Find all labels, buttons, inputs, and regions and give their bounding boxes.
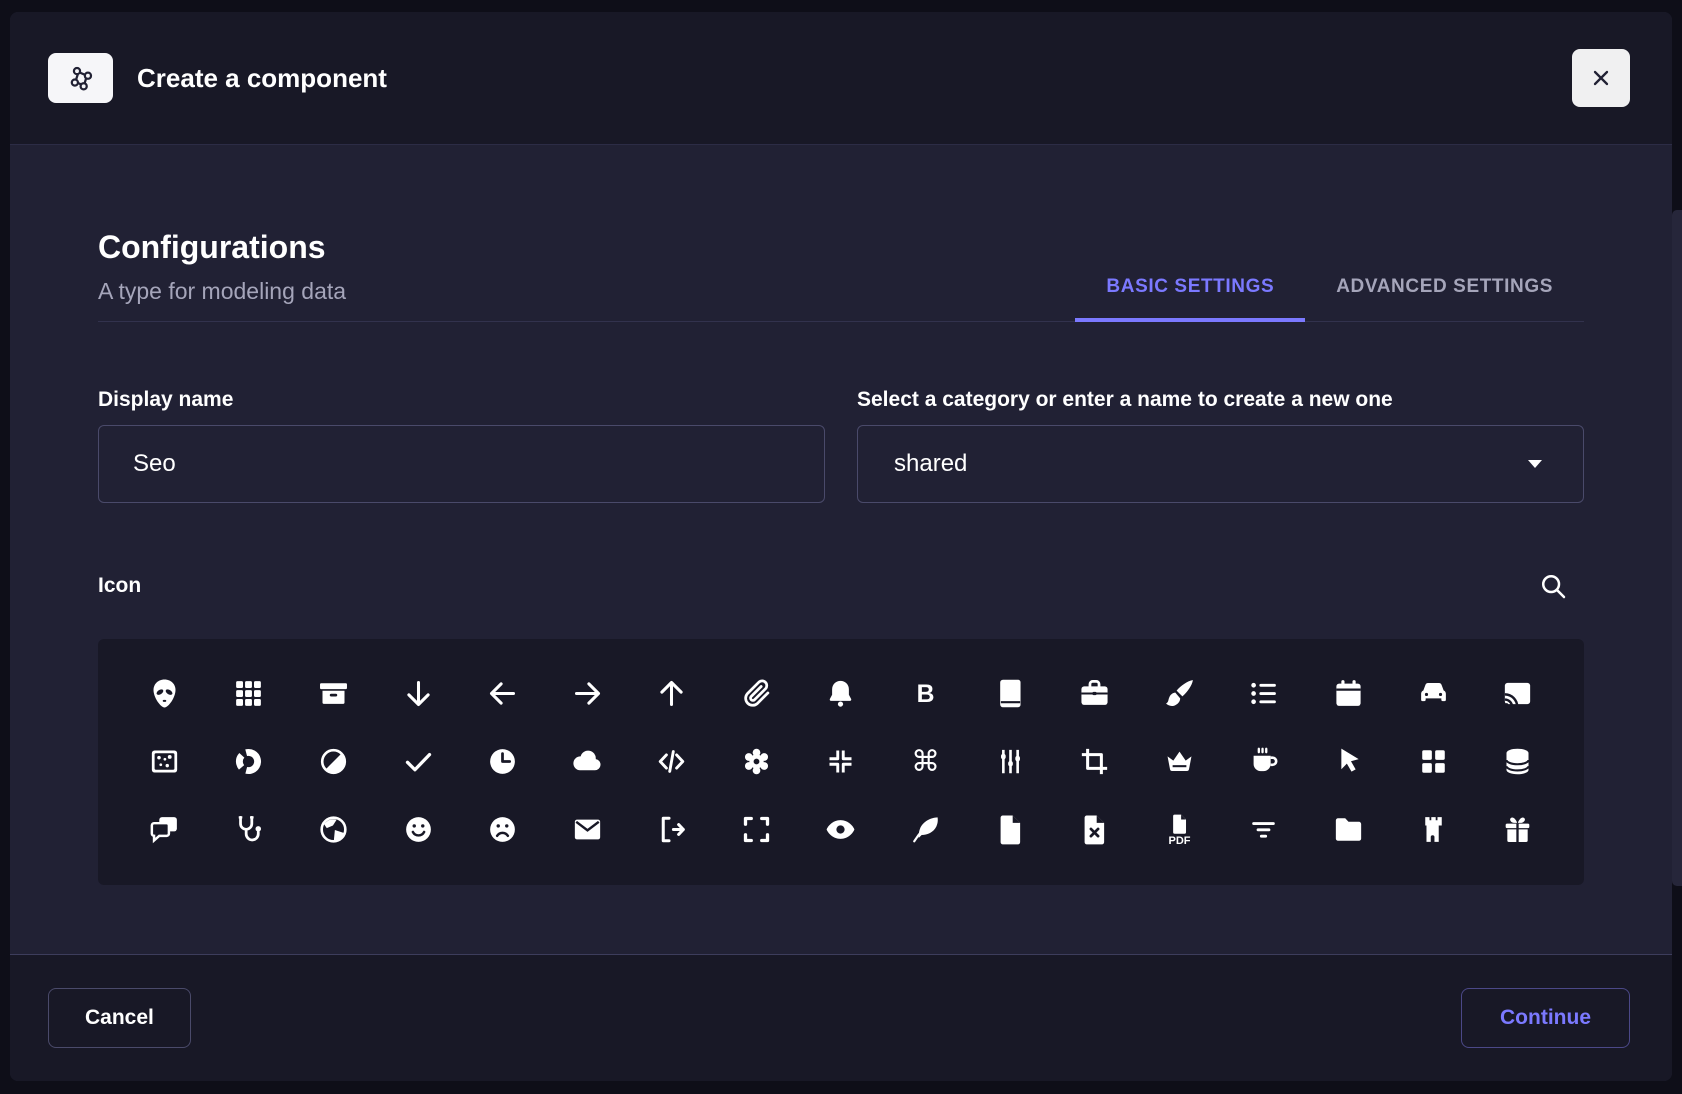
page-title: Configurations bbox=[98, 229, 346, 266]
file-pdf-icon[interactable]: PDF bbox=[1137, 796, 1222, 864]
gift-icon[interactable] bbox=[1475, 796, 1560, 864]
cog-icon[interactable] bbox=[714, 728, 799, 796]
arrow-down-icon[interactable] bbox=[376, 660, 461, 728]
database-icon[interactable] bbox=[1475, 728, 1560, 796]
file-error-icon[interactable] bbox=[1052, 796, 1137, 864]
gate-icon[interactable] bbox=[1391, 796, 1476, 864]
expand-icon[interactable] bbox=[714, 796, 799, 864]
crop-icon[interactable] bbox=[1052, 728, 1137, 796]
command-icon[interactable]: ⌘ bbox=[883, 728, 968, 796]
dashboard-icon[interactable] bbox=[1391, 728, 1476, 796]
archive-icon[interactable] bbox=[291, 660, 376, 728]
emotion-unhappy-icon[interactable] bbox=[460, 796, 545, 864]
icon-grid: B ⌘ PDF bbox=[98, 639, 1584, 885]
svg-text:PDF: PDF bbox=[1168, 835, 1190, 846]
search-icon bbox=[1538, 571, 1568, 601]
modal-footer: Cancel Continue bbox=[10, 954, 1672, 1081]
arrow-right-icon[interactable] bbox=[545, 660, 630, 728]
chevron-down-icon bbox=[1523, 452, 1547, 476]
section-heading-row: Configurations A type for modeling data … bbox=[98, 229, 1584, 322]
cloud-icon[interactable] bbox=[545, 728, 630, 796]
attachment-icon[interactable] bbox=[714, 660, 799, 728]
arrow-left-icon[interactable] bbox=[460, 660, 545, 728]
close-icon bbox=[1589, 66, 1613, 90]
icon-section-head: Icon bbox=[98, 567, 1584, 605]
close-button[interactable] bbox=[1572, 49, 1630, 107]
folder-icon[interactable] bbox=[1306, 796, 1391, 864]
bold-icon[interactable]: B bbox=[883, 660, 968, 728]
settings-tabs: BASIC SETTINGS ADVANCED SETTINGS bbox=[1075, 276, 1584, 321]
discuss-icon[interactable] bbox=[122, 796, 207, 864]
category-select[interactable]: shared bbox=[857, 425, 1584, 503]
category-label: Select a category or enter a name to cre… bbox=[857, 388, 1584, 412]
cancel-button[interactable]: Cancel bbox=[48, 988, 191, 1048]
page-subtitle: A type for modeling data bbox=[98, 278, 346, 305]
bullet-list-icon[interactable] bbox=[1222, 660, 1307, 728]
icon-section-label: Icon bbox=[98, 574, 141, 598]
cup-icon[interactable] bbox=[1222, 728, 1307, 796]
check-icon[interactable] bbox=[376, 728, 461, 796]
icon-search-button[interactable] bbox=[1534, 567, 1572, 605]
brush-icon[interactable] bbox=[1137, 660, 1222, 728]
eye-icon[interactable] bbox=[799, 796, 884, 864]
exit-icon[interactable] bbox=[630, 796, 715, 864]
bell-icon[interactable] bbox=[799, 660, 884, 728]
background-scrollbar bbox=[1672, 210, 1682, 886]
emotion-happy-icon[interactable] bbox=[376, 796, 461, 864]
alien-icon[interactable] bbox=[122, 660, 207, 728]
connector-icon[interactable] bbox=[968, 728, 1053, 796]
doctor-icon[interactable] bbox=[207, 796, 292, 864]
clock-icon[interactable] bbox=[460, 728, 545, 796]
envelope-icon[interactable] bbox=[545, 796, 630, 864]
arrow-up-icon[interactable] bbox=[630, 660, 715, 728]
form-row: Display name Select a category or enter … bbox=[98, 388, 1584, 503]
create-component-modal: Create a component Configurations A type… bbox=[10, 12, 1672, 1081]
code-icon[interactable] bbox=[630, 728, 715, 796]
svg-text:⌘: ⌘ bbox=[911, 745, 940, 778]
svg-text:B: B bbox=[917, 681, 935, 708]
tab-basic-settings[interactable]: BASIC SETTINGS bbox=[1075, 276, 1305, 322]
filter-icon[interactable] bbox=[1222, 796, 1307, 864]
book-icon[interactable] bbox=[968, 660, 1053, 728]
component-icon bbox=[48, 53, 113, 103]
apps-icon[interactable] bbox=[207, 660, 292, 728]
file-icon[interactable] bbox=[968, 796, 1053, 864]
earth-icon[interactable] bbox=[291, 796, 376, 864]
display-name-label: Display name bbox=[98, 388, 825, 412]
collapse-icon[interactable] bbox=[799, 728, 884, 796]
chart-circle-icon[interactable] bbox=[207, 728, 292, 796]
category-select-value: shared bbox=[894, 450, 967, 478]
modal-body: Configurations A type for modeling data … bbox=[10, 145, 1672, 954]
calendar-icon[interactable] bbox=[1306, 660, 1391, 728]
cast-icon[interactable] bbox=[1475, 660, 1560, 728]
modal-header: Create a component bbox=[10, 12, 1672, 145]
chart-bubble-icon[interactable] bbox=[122, 728, 207, 796]
modal-title: Create a component bbox=[137, 63, 1572, 94]
feather-icon[interactable] bbox=[883, 796, 968, 864]
car-icon[interactable] bbox=[1391, 660, 1476, 728]
display-name-input[interactable] bbox=[98, 425, 825, 503]
chart-pie-icon[interactable] bbox=[291, 728, 376, 796]
crown-icon[interactable] bbox=[1137, 728, 1222, 796]
briefcase-icon[interactable] bbox=[1052, 660, 1137, 728]
tab-advanced-settings[interactable]: ADVANCED SETTINGS bbox=[1305, 276, 1584, 322]
continue-button[interactable]: Continue bbox=[1461, 988, 1630, 1048]
cursor-icon[interactable] bbox=[1306, 728, 1391, 796]
